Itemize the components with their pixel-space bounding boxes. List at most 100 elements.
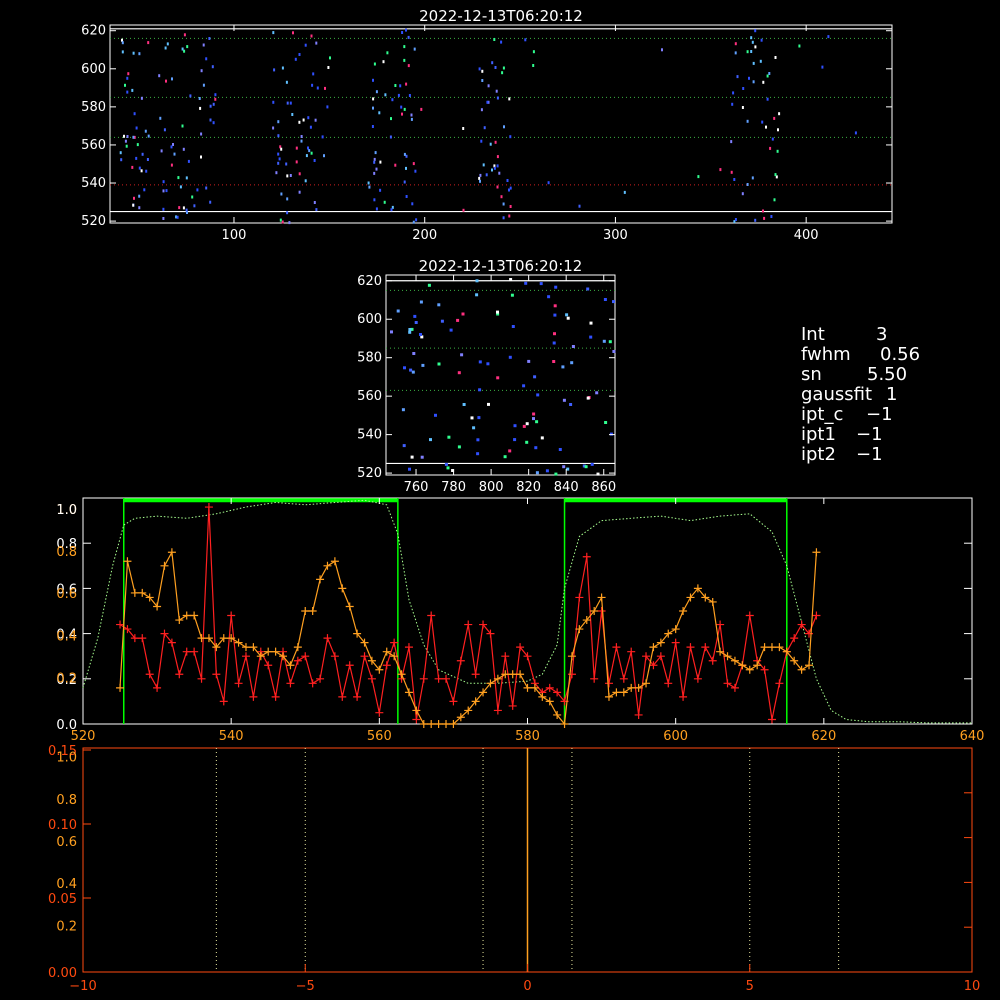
- scatter-point: [500, 195, 503, 199]
- scatter-point: [277, 120, 280, 124]
- scatter-point: [421, 363, 425, 367]
- scatter-point: [403, 45, 406, 49]
- y-tick-label: 600: [81, 62, 106, 77]
- scatter-point: [511, 325, 515, 328]
- scatter-point: [798, 44, 801, 48]
- x-tick-label: 100: [222, 228, 247, 243]
- scatter-point: [462, 403, 466, 406]
- scatter-point: [595, 391, 599, 395]
- scatter-point: [311, 83, 314, 87]
- scatter-point: [300, 135, 303, 138]
- scatter-point: [329, 56, 331, 60]
- scatter-point: [288, 221, 291, 225]
- scatter-point: [173, 152, 176, 156]
- x-tick-label: 200: [412, 228, 437, 243]
- scatter-point: [776, 149, 779, 153]
- scatter-point: [315, 208, 318, 212]
- y-tick-label: 580: [357, 351, 382, 366]
- scatter-point: [182, 147, 185, 151]
- scatter-point: [196, 188, 199, 192]
- scatter-point: [162, 207, 165, 211]
- x-tick-label: 10: [964, 979, 981, 994]
- scatter-point: [176, 215, 179, 219]
- chart-title: 2022-12-13T06:20:12: [419, 257, 583, 275]
- scatter-point: [623, 190, 626, 194]
- x-tick-label: 620: [811, 729, 836, 744]
- scatter-point: [827, 35, 830, 39]
- scatter-point: [308, 149, 311, 153]
- scatter-point: [774, 173, 777, 177]
- y-tick-label: 0.00: [48, 966, 77, 981]
- scatter-point: [532, 412, 536, 416]
- scatter-point: [754, 45, 757, 49]
- scatter-point: [295, 160, 298, 164]
- scatter-point: [509, 278, 513, 281]
- scatter-point: [214, 93, 217, 97]
- x-tick-label: 860: [591, 480, 616, 495]
- scatter-point: [547, 181, 550, 185]
- scatter-point: [372, 106, 374, 110]
- x-tick-label: 780: [441, 480, 466, 495]
- scatter-point: [368, 185, 371, 189]
- scatter-point: [475, 279, 479, 283]
- scatter-point: [124, 139, 127, 143]
- scatter-point: [185, 208, 188, 212]
- scatter-point: [462, 208, 465, 212]
- scatter-point: [410, 455, 414, 459]
- y-tick-label: 0.6: [56, 835, 77, 850]
- scatter-point: [413, 314, 417, 318]
- scatter-point: [394, 163, 397, 167]
- scatter-point: [506, 179, 509, 182]
- x-tick-label: 840: [554, 480, 579, 495]
- scatter-point: [146, 158, 149, 161]
- scatter-point: [751, 176, 754, 180]
- scatter-point: [305, 154, 308, 158]
- scatter-point: [532, 417, 535, 421]
- scatter-point: [508, 97, 511, 101]
- scatter-point: [386, 51, 389, 55]
- scatter-point: [509, 205, 512, 208]
- readout-ipt2-value: −1: [856, 444, 883, 465]
- scatter-point: [147, 134, 150, 138]
- scatter-point: [545, 469, 549, 473]
- scatter-point: [300, 139, 303, 143]
- scatter-point: [730, 140, 733, 144]
- scatter-point: [281, 220, 284, 224]
- scatter-point: [272, 126, 275, 130]
- x-tick-label: 540: [219, 729, 244, 744]
- scatter-point: [734, 51, 737, 55]
- scatter-point: [482, 163, 485, 167]
- scatter-point: [158, 74, 161, 78]
- scatter-point: [552, 341, 556, 345]
- scatter-point: [777, 128, 779, 132]
- scatter-point: [407, 35, 410, 39]
- scatter-point: [493, 166, 496, 170]
- scatter-point: [191, 195, 194, 199]
- scatter-point: [525, 440, 529, 444]
- scatter-point: [763, 216, 766, 220]
- chart-title: 2022-12-13T06:20:12: [419, 7, 583, 25]
- scatter-point: [419, 333, 422, 336]
- scatter-point: [132, 203, 135, 207]
- scatter-point: [379, 160, 382, 164]
- scatter-point: [170, 145, 173, 149]
- scatter-point: [553, 332, 556, 336]
- scatter-point: [480, 139, 483, 143]
- scatter-point: [285, 162, 288, 166]
- y-tick-label: 0.4: [56, 629, 77, 644]
- scatter-point: [741, 106, 744, 109]
- scatter-point: [408, 330, 412, 334]
- scatter-point: [733, 178, 736, 181]
- scatter-point: [373, 198, 376, 202]
- scatter-point: [540, 436, 544, 440]
- scatter-point: [754, 218, 757, 222]
- scatter-point: [131, 165, 134, 169]
- scatter-point: [310, 34, 313, 38]
- scatter-point: [186, 45, 189, 49]
- y-tick-label: 560: [357, 389, 382, 404]
- scatter-point: [769, 146, 772, 150]
- scatter-point: [569, 403, 573, 406]
- scatter-point: [494, 66, 497, 69]
- y-tick-label: 540: [357, 428, 382, 443]
- scatter-point: [547, 295, 551, 299]
